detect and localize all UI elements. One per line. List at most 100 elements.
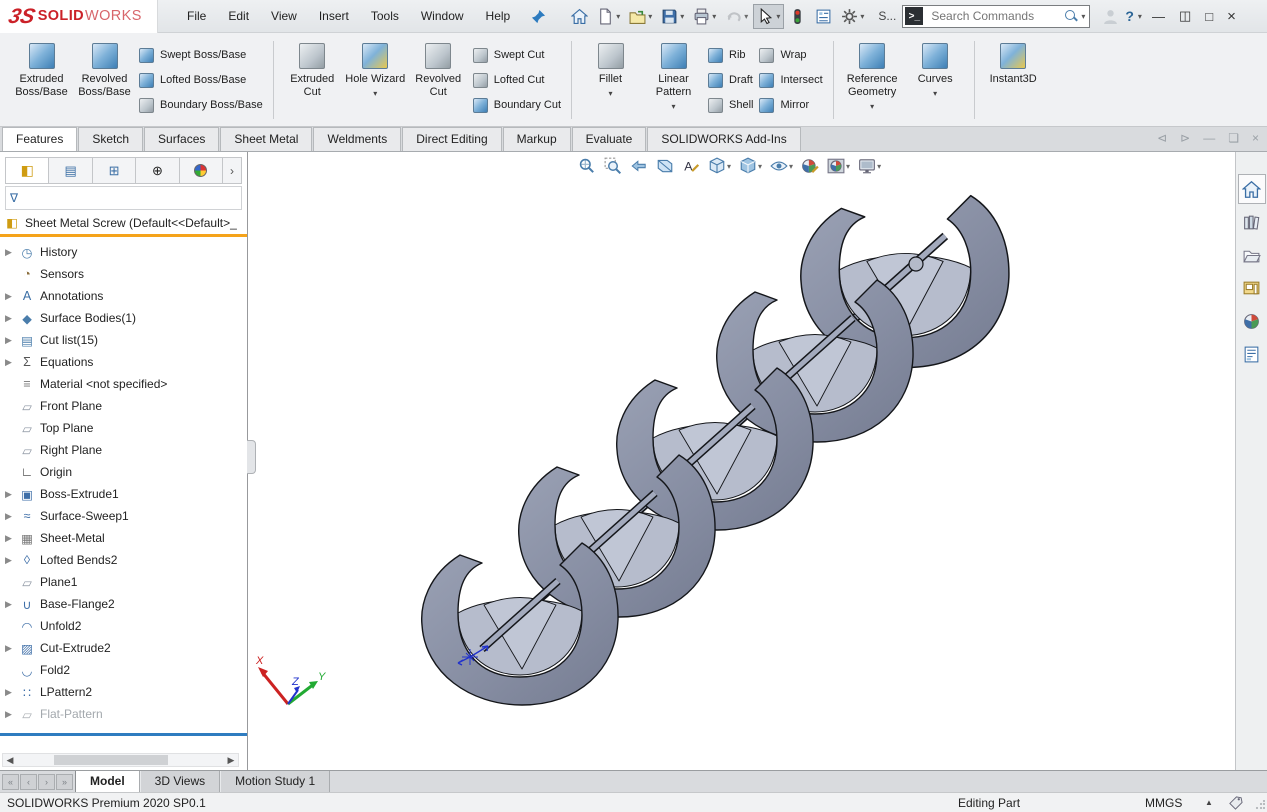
previous-pane-icon[interactable]: ⊲ <box>1157 131 1167 145</box>
doc-restore-icon[interactable]: ❏ <box>1228 131 1239 145</box>
last-tab-icon[interactable]: » <box>56 774 73 790</box>
tree-item-lpattern2[interactable]: ▶∷LPattern2 <box>0 681 247 703</box>
search-dropdown-icon[interactable]: ▾ <box>1081 12 1085 21</box>
dropdown-icon[interactable]: ▾ <box>758 162 762 171</box>
taskpane-home-button[interactable] <box>1238 174 1266 204</box>
ribbon-lofted-cut[interactable]: Lofted Cut <box>473 68 561 93</box>
tree-item-surface-bodies-1[interactable]: ▶◆Surface Bodies(1) <box>0 307 247 329</box>
ribbon-shell[interactable]: Shell <box>708 93 753 118</box>
resize-grip[interactable] <box>1255 800 1265 810</box>
help-dropdown-icon[interactable]: ▾ <box>1138 12 1142 21</box>
ribbon-wrap[interactable]: Wrap <box>759 43 822 68</box>
tab-markup[interactable]: Markup <box>503 127 571 151</box>
expand-arrow-icon[interactable]: ▶ <box>3 335 14 346</box>
tag-icon[interactable] <box>1228 795 1243 810</box>
ribbon-mirror[interactable]: Mirror <box>759 93 822 118</box>
ribbon-curves[interactable]: Curves▾ <box>904 36 967 124</box>
menu-view[interactable]: View <box>260 1 308 31</box>
taskpane-file-explorer-button[interactable] <box>1238 240 1266 270</box>
ribbon-revolved-boss-base[interactable]: Revolved Boss/Base <box>73 36 136 124</box>
ribbon-draft[interactable]: Draft <box>708 68 753 93</box>
minimize-button[interactable]: — <box>1152 9 1165 24</box>
view-orientation-button[interactable]: ▾ <box>706 155 733 177</box>
tree-root-item[interactable]: ◧ Sheet Metal Screw (Default<<Default>_ <box>0 210 247 234</box>
tab-featuremanager[interactable]: ◧ <box>6 158 49 183</box>
ribbon-instant3d[interactable]: Instant3D <box>982 36 1045 124</box>
ribbon-linear-pattern[interactable]: Linear Pattern▾ <box>642 36 705 124</box>
expand-arrow-icon[interactable]: ▶ <box>3 291 14 302</box>
view-settings-button[interactable]: ▾ <box>856 155 883 177</box>
expand-arrow-icon[interactable]: ▶ <box>3 555 14 566</box>
tree-item-front-plane[interactable]: ▱Front Plane <box>0 395 247 417</box>
tab-evaluate[interactable]: Evaluate <box>572 127 647 151</box>
ribbon-swept-cut[interactable]: Swept Cut <box>473 43 561 68</box>
dropdown-icon[interactable]: ▾ <box>933 89 937 99</box>
tab-displaymanager[interactable] <box>180 158 223 183</box>
dropdown-icon[interactable]: ▾ <box>846 162 850 171</box>
tree-item-flat-pattern[interactable]: ▶▱Flat-Pattern <box>0 703 247 725</box>
tab-weldments[interactable]: Weldments <box>313 127 401 151</box>
search-input[interactable] <box>929 8 1064 24</box>
tab-surfaces[interactable]: Surfaces <box>144 127 219 151</box>
dropdown-icon[interactable]: ▾ <box>608 89 612 99</box>
expand-arrow-icon[interactable]: ▶ <box>3 709 14 720</box>
ribbon-swept-boss-base[interactable]: Swept Boss/Base <box>139 43 263 68</box>
expand-arrow-icon[interactable]: ▶ <box>3 533 14 544</box>
tab-solidworks-add-ins[interactable]: SOLIDWORKS Add-Ins <box>647 127 800 151</box>
tree-item-annotations[interactable]: ▶AAnnotations <box>0 285 247 307</box>
tree-horizontal-scrollbar[interactable]: ◀ ▶ <box>2 753 239 767</box>
dropdown-icon[interactable]: ▾ <box>860 12 864 21</box>
ribbon-revolved-cut[interactable]: Revolved Cut <box>407 36 470 124</box>
tree-item-unfold2[interactable]: ◠Unfold2 <box>0 615 247 637</box>
next-pane-icon[interactable]: ⊳ <box>1180 131 1190 145</box>
login-button[interactable] <box>1098 4 1123 29</box>
menu-tools[interactable]: Tools <box>360 1 410 31</box>
tree-item-history[interactable]: ▶◷History <box>0 241 247 263</box>
ribbon-boundary-boss-base[interactable]: Boundary Boss/Base <box>139 93 263 118</box>
status-units[interactable]: MMGS <box>1145 796 1182 810</box>
graphics-viewport[interactable]: A▾▾▾▾▾ <box>248 152 1235 770</box>
tree-item-equations[interactable]: ▶ΣEquations <box>0 351 247 373</box>
tree-item-top-plane[interactable]: ▱Top Plane <box>0 417 247 439</box>
tree-filter[interactable]: ∇ <box>5 186 242 210</box>
print-button[interactable]: ▾ <box>689 4 720 29</box>
ribbon-intersect[interactable]: Intersect <box>759 68 822 93</box>
close-button[interactable]: × <box>1227 8 1236 25</box>
menu-window[interactable]: Window <box>410 1 475 31</box>
ribbon-rib[interactable]: Rib <box>708 43 753 68</box>
hide-show-items-button[interactable]: ▾ <box>768 155 795 177</box>
expand-arrow-icon[interactable]: ▶ <box>3 357 14 368</box>
help-button[interactable]: ? <box>1123 8 1136 24</box>
dropdown-icon[interactable]: ▾ <box>744 12 748 21</box>
magnifier-icon[interactable] <box>1064 9 1079 24</box>
tree-item-cut-extrude2[interactable]: ▶▨Cut-Extrude2 <box>0 637 247 659</box>
taskpane-view-palette-button[interactable] <box>1238 273 1266 303</box>
ribbon-fillet[interactable]: Fillet▾ <box>579 36 642 124</box>
units-dropdown-icon[interactable]: ▲ <box>1205 798 1213 807</box>
file-properties-button[interactable] <box>811 4 836 29</box>
dropdown-icon[interactable]: ▾ <box>789 162 793 171</box>
doc-tab-model[interactable]: Model <box>75 771 140 792</box>
expand-arrow-icon[interactable]: ▶ <box>3 313 14 324</box>
doc-tab-motion-study-1[interactable]: Motion Study 1 <box>220 771 330 792</box>
taskpane-appearances-scenes-button[interactable] <box>1238 306 1266 336</box>
tab-features[interactable]: Features <box>2 127 77 151</box>
sheet-metal-screw-model[interactable]: X Y Z <box>248 152 1235 770</box>
tree-item-lofted-bends2[interactable]: ▶◊Lofted Bends2 <box>0 549 247 571</box>
tab-configurationmanager[interactable]: ⊞ <box>93 158 136 183</box>
menu-insert[interactable]: Insert <box>308 1 360 31</box>
section-view-button[interactable] <box>654 155 676 177</box>
expand-arrow-icon[interactable]: ▶ <box>3 489 14 500</box>
expand-arrow-icon[interactable]: ▶ <box>3 687 14 698</box>
save-button[interactable]: ▾ <box>657 4 688 29</box>
ribbon-reference-geometry[interactable]: Reference Geometry▾ <box>841 36 904 124</box>
scroll-thumb[interactable] <box>54 755 168 765</box>
select-cursor-button[interactable]: ▾ <box>753 4 784 29</box>
taskpane-design-library-button[interactable] <box>1238 207 1266 237</box>
rebuild-button[interactable] <box>785 4 810 29</box>
maximize-button[interactable]: □ <box>1205 9 1213 24</box>
dropdown-icon[interactable]: ▾ <box>616 12 620 21</box>
dropdown-icon[interactable]: ▾ <box>870 102 874 112</box>
options-gear-button[interactable]: ▾ <box>837 4 868 29</box>
tab-sketch[interactable]: Sketch <box>78 127 143 151</box>
